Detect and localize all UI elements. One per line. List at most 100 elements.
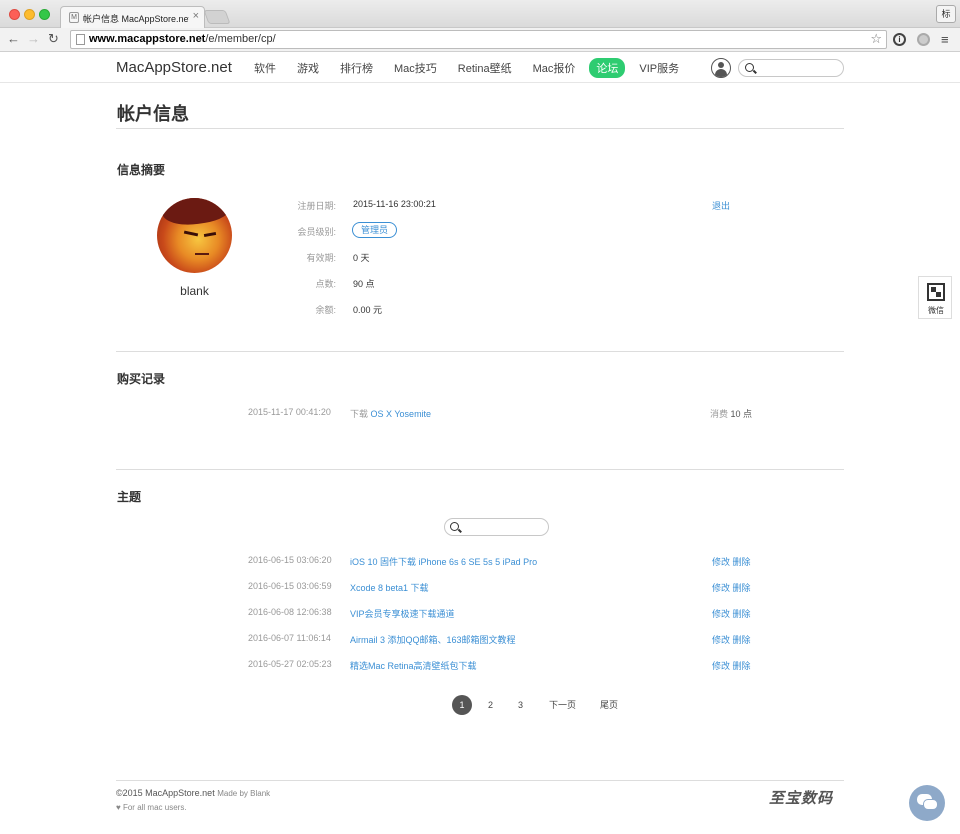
forward-icon[interactable]: → (27, 31, 40, 47)
chat-button[interactable] (909, 785, 945, 821)
purchases-heading: 购买记录 (117, 372, 166, 386)
zoom-window-button[interactable] (39, 9, 50, 20)
nav-games[interactable]: 游戏 (297, 60, 319, 76)
tab-title: 帐户信息 MacAppStore.net (83, 14, 189, 24)
topic-actions: 修改 删除 (712, 633, 751, 646)
nav-vip[interactable]: VIP服务 (639, 60, 679, 76)
edit-link[interactable]: 修改 (712, 609, 730, 619)
edit-link[interactable]: 修改 (712, 557, 730, 567)
edit-link[interactable]: 修改 (712, 635, 730, 645)
minimize-window-button[interactable] (24, 9, 35, 20)
address-bar[interactable]: www.macappstore.net/e/member/cp/ ☆ (70, 30, 887, 49)
topic-actions: 修改 删除 (712, 607, 751, 620)
next-page-link[interactable]: 下一页 (549, 695, 576, 715)
user-icon[interactable] (711, 58, 731, 78)
topic-title-link[interactable]: Airmail 3 添加QQ邮箱、163邮箱图文教程 (350, 633, 516, 646)
menu-icon[interactable]: ≡ (941, 33, 949, 46)
close-window-button[interactable] (9, 9, 20, 20)
reg-date-label: 注册日期: (297, 201, 336, 211)
avatar[interactable] (157, 198, 232, 273)
delete-link[interactable]: 删除 (733, 609, 751, 619)
topic-title-link[interactable]: Xcode 8 beta1 下载 (350, 581, 429, 594)
divider (116, 128, 844, 129)
back-icon[interactable]: ← (7, 31, 20, 47)
site-logo[interactable]: MacAppStore.net (116, 59, 232, 76)
topics-heading: 主题 (117, 490, 142, 504)
nav-links: 软件 游戏 排行榜 Mac技巧 Retina壁纸 Mac报价 论坛 VIP服务 (254, 53, 700, 83)
topic-title-link[interactable]: 精选Mac Retina高清壁纸包下载 (350, 659, 477, 672)
footer-note: ♥ For all mac users. (116, 803, 187, 812)
chat-bubble-icon-back (923, 799, 938, 810)
delete-link[interactable]: 删除 (733, 635, 751, 645)
browser-titlebar: M 帐户信息 MacAppStore.net × 标 (0, 0, 960, 29)
page-3[interactable]: 3 (518, 695, 523, 715)
footer-copyright: ©2015 MacAppStore.net Made by Blank (116, 788, 271, 798)
footer-divider (116, 780, 844, 781)
balance-value: 0.00 元 (353, 305, 383, 315)
topic-search-input[interactable] (444, 518, 549, 536)
nav-mac-tips[interactable]: Mac技巧 (394, 60, 437, 76)
points-value: 90 点 (353, 279, 375, 289)
site-search-input[interactable] (738, 59, 844, 77)
page-1[interactable]: 1 (452, 695, 472, 715)
page-title: 帐户信息 (117, 104, 189, 124)
topic-title-link[interactable]: VIP会员专享极速下载通道 (350, 607, 455, 620)
topic-actions: 修改 删除 (712, 659, 751, 672)
topic-date: 2016-06-07 11:06:14 (248, 633, 331, 643)
topic-date: 2016-05-27 02:05:23 (248, 659, 332, 669)
balance-label: 余额: (315, 305, 336, 315)
purchase-prefix: 下载 (350, 409, 369, 419)
topic-date: 2016-06-15 03:06:59 (248, 581, 332, 591)
last-page-link[interactable]: 尾页 (600, 695, 618, 715)
topic-title-link[interactable]: iOS 10 固件下载 iPhone 6s 6 SE 5s 5 iPad Pro (350, 555, 537, 568)
wechat-label: 微信 (928, 306, 944, 315)
profile-button[interactable]: 标 (936, 5, 956, 23)
page-2[interactable]: 2 (488, 695, 493, 715)
points-label: 点数: (315, 279, 336, 289)
topic-actions: 修改 删除 (712, 555, 751, 568)
browser-toolbar: ← → ↻ www.macappstore.net/e/member/cp/ ☆… (0, 28, 960, 52)
edit-link[interactable]: 修改 (712, 583, 730, 593)
info-icon[interactable]: i (893, 33, 906, 46)
divider (116, 469, 844, 470)
url-text[interactable]: www.macappstore.net/e/member/cp/ (89, 33, 276, 45)
purchase-item: 下载 OS X Yosemite (350, 407, 431, 420)
site-nav: MacAppStore.net 软件 游戏 排行榜 Mac技巧 Retina壁纸… (0, 53, 960, 83)
new-tab-button[interactable] (203, 10, 231, 24)
summary-heading: 信息摘要 (117, 163, 166, 177)
edit-link[interactable]: 修改 (712, 661, 730, 671)
divider (116, 351, 844, 352)
topic-actions: 修改 删除 (712, 581, 751, 594)
member-level-label: 会员级别: (297, 227, 336, 237)
validity-label: 有效期: (306, 253, 336, 263)
wechat-button[interactable]: 微信 (918, 276, 952, 319)
browser-tab[interactable]: M 帐户信息 MacAppStore.net × (60, 6, 205, 29)
purchase-date: 2015-11-17 00:41:20 (248, 407, 331, 417)
nav-software[interactable]: 软件 (254, 60, 276, 76)
reg-date-value: 2015-11-16 23:00:21 (353, 199, 436, 209)
validity-value: 0 天 (353, 253, 370, 263)
member-level-badge: 管理员 (352, 222, 398, 238)
extension-icon[interactable] (917, 33, 930, 46)
nav-mac-prices[interactable]: Mac报价 (533, 60, 576, 76)
delete-link[interactable]: 删除 (733, 661, 751, 671)
delete-link[interactable]: 删除 (733, 583, 751, 593)
star-icon[interactable]: ☆ (870, 31, 882, 47)
page-icon (76, 34, 85, 45)
reload-icon[interactable]: ↻ (48, 31, 59, 47)
favicon-icon: M (69, 12, 79, 23)
search-icon (450, 522, 459, 531)
nav-rankings[interactable]: 排行榜 (340, 60, 373, 76)
purchase-cost: 消费 10 点 (710, 409, 753, 419)
nav-forum[interactable]: 论坛 (589, 58, 626, 78)
nav-retina-wallpaper[interactable]: Retina壁纸 (458, 60, 512, 76)
close-tab-icon[interactable]: × (193, 10, 199, 22)
username: blank (180, 284, 209, 298)
topic-date: 2016-06-08 12:06:38 (248, 607, 332, 617)
delete-link[interactable]: 删除 (733, 557, 751, 567)
topic-date: 2016-06-15 03:06:20 (248, 555, 332, 565)
qr-code-icon (927, 283, 945, 301)
purchase-title-link[interactable]: OS X Yosemite (371, 409, 432, 419)
logout-link[interactable]: 退出 (712, 199, 730, 212)
search-icon (745, 63, 754, 72)
